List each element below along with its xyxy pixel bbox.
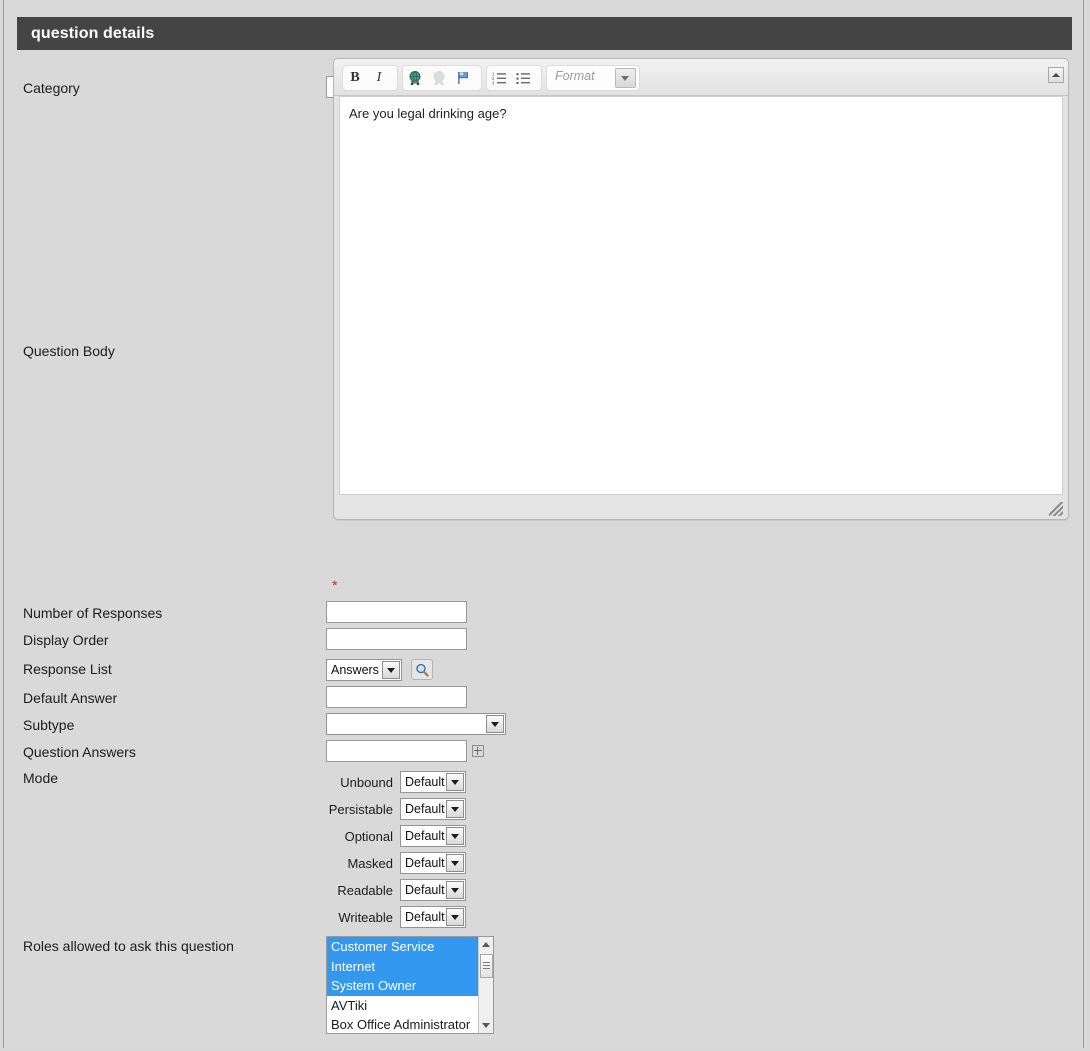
anchor-flag-icon[interactable] — [451, 67, 475, 89]
chevron-down-icon[interactable] — [382, 661, 400, 679]
label-roles: Roles allowed to ask this question — [23, 938, 234, 954]
label-response-list: Response List — [23, 661, 112, 677]
scrollbar-thumb[interactable] — [480, 954, 493, 978]
page-title: question details — [17, 17, 1072, 50]
chevron-down-icon[interactable] — [446, 800, 464, 818]
label-default-answer: Default Answer — [23, 690, 118, 706]
question-body-editor[interactable]: B I 1 2 3 Format Are you legal drinking … — [333, 58, 1069, 520]
roles-option[interactable]: Box Office Administrator — [327, 1015, 479, 1033]
mode-value-optional: Default — [405, 829, 445, 843]
number-of-responses-input[interactable] — [326, 601, 467, 623]
add-answer-icon[interactable] — [472, 745, 484, 757]
label-number-of-responses: Number of Responses — [23, 605, 163, 621]
label-subtype: Subtype — [23, 717, 75, 733]
editor-collapse-icon[interactable] — [1048, 67, 1064, 83]
response-list-search-button[interactable] — [411, 659, 433, 680]
mode-row-label-persistable: Persistable — [328, 802, 393, 817]
numbered-list-icon[interactable]: 1 2 3 — [487, 67, 511, 89]
roles-option[interactable]: AVTiki — [327, 996, 479, 1016]
scroll-up-icon[interactable] — [479, 937, 493, 952]
chevron-down-icon[interactable] — [446, 773, 464, 791]
mode-select-readable[interactable]: Default — [400, 879, 466, 901]
mode-select-persistable[interactable]: Default — [400, 798, 466, 820]
mode-row-label-masked: Masked — [347, 856, 393, 871]
roles-listbox[interactable]: Customer Service Internet System Owner A… — [326, 936, 494, 1034]
roles-scrollbar[interactable] — [478, 937, 493, 1033]
bulleted-list-icon[interactable] — [511, 67, 535, 89]
default-answer-input[interactable] — [326, 686, 467, 708]
mode-select-optional[interactable]: Default — [400, 825, 466, 847]
label-category: Category — [23, 80, 80, 96]
mode-select-unbound[interactable]: Default — [400, 771, 466, 793]
italic-button[interactable]: I — [367, 67, 391, 89]
toolbar-group-links — [402, 65, 482, 91]
mode-row-label-writeable: Writeable — [338, 910, 393, 925]
link-icon[interactable] — [403, 67, 427, 89]
label-display-order: Display Order — [23, 632, 109, 648]
mode-row-label-optional: Optional — [344, 829, 393, 844]
required-marker: * — [332, 577, 338, 593]
editor-content-area[interactable]: Are you legal drinking age? — [339, 96, 1063, 495]
mode-value-persistable: Default — [405, 802, 445, 816]
response-list-select[interactable]: Answers — [326, 659, 402, 681]
chevron-down-icon[interactable] — [446, 881, 464, 899]
label-question-body: Question Body — [23, 343, 115, 359]
label-mode: Mode — [23, 770, 59, 786]
label-question-answers: Question Answers — [23, 744, 136, 760]
roles-option-list: Customer Service Internet System Owner A… — [327, 937, 479, 1033]
toolbar-group-lists: 1 2 3 — [486, 65, 542, 91]
chevron-down-icon[interactable] — [446, 827, 464, 845]
mode-row-label-readable: Readable — [337, 883, 393, 898]
svg-text:3: 3 — [492, 81, 495, 85]
mode-select-masked[interactable]: Default — [400, 852, 466, 874]
bold-button[interactable]: B — [343, 67, 367, 89]
chevron-down-icon[interactable] — [615, 68, 636, 88]
format-dropdown[interactable]: Format — [546, 65, 640, 91]
response-list-value: Answers — [331, 663, 379, 677]
search-icon — [416, 663, 429, 677]
question-answers-input[interactable] — [326, 740, 467, 762]
editor-toolbar: B I 1 2 3 Format — [334, 59, 1068, 96]
editor-content-text: Are you legal drinking age? — [349, 106, 507, 121]
resize-grip-icon[interactable] — [1049, 502, 1063, 516]
mode-value-writeable: Default — [405, 910, 445, 924]
form-panel: question details Category Question Body … — [3, 0, 1084, 1048]
scroll-down-icon[interactable] — [479, 1018, 493, 1033]
display-order-input[interactable] — [326, 628, 467, 650]
mode-select-writeable[interactable]: Default — [400, 906, 466, 928]
toolbar-group-text: B I — [342, 65, 398, 91]
roles-option[interactable]: Customer Service — [327, 937, 479, 957]
chevron-down-icon[interactable] — [486, 715, 504, 733]
unlink-icon[interactable] — [427, 67, 451, 89]
subtype-select[interactable] — [326, 713, 506, 735]
chevron-down-icon[interactable] — [446, 908, 464, 926]
mode-value-unbound: Default — [405, 775, 445, 789]
mode-value-readable: Default — [405, 883, 445, 897]
chevron-down-icon[interactable] — [446, 854, 464, 872]
mode-value-masked: Default — [405, 856, 445, 870]
format-dropdown-label: Format — [555, 69, 595, 83]
editor-footer — [334, 496, 1068, 519]
roles-option[interactable]: System Owner — [327, 976, 479, 996]
mode-row-label-unbound: Unbound — [340, 775, 393, 790]
roles-option[interactable]: Internet — [327, 956, 479, 977]
